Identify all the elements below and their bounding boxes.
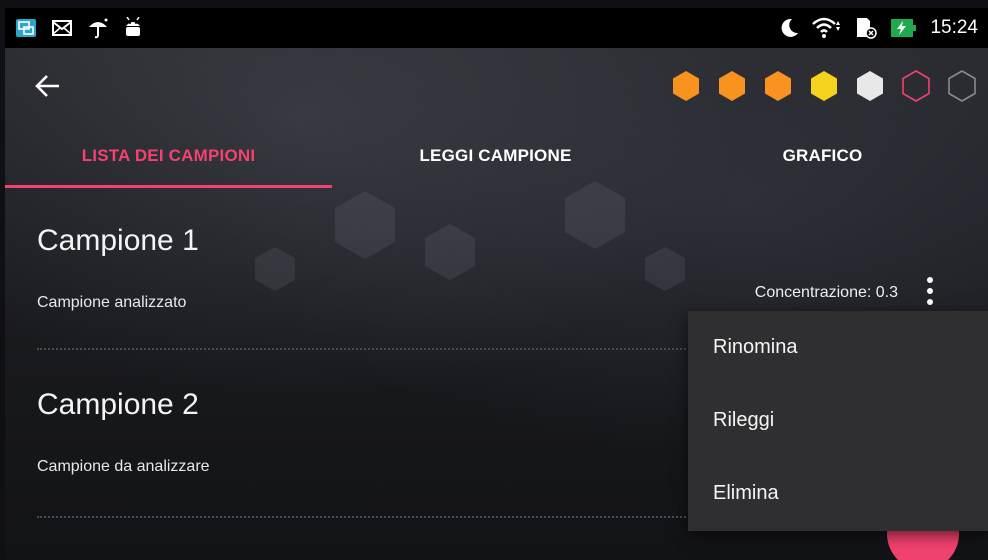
hexagon-3-filled-icon xyxy=(765,71,791,101)
app-frame: 15:24 LISTA DEI CAMPIONI LEGGI CAMPIONE … xyxy=(5,8,988,560)
status-time: 15:24 xyxy=(930,17,978,38)
screen-mirror-icon xyxy=(16,19,36,37)
context-menu: Rinomina Rileggi Elimina xyxy=(688,311,988,531)
hexagon-2-filled-icon xyxy=(719,71,745,101)
tab-bar: LISTA DEI CAMPIONI LEGGI CAMPIONE GRAFIC… xyxy=(5,124,988,188)
divider xyxy=(37,348,737,350)
menu-item-rinomina[interactable]: Rinomina xyxy=(688,311,988,384)
more-dot xyxy=(927,288,933,294)
more-dot xyxy=(927,299,933,305)
wifi-icon xyxy=(812,17,841,38)
divider xyxy=(37,516,737,518)
tab-grafico[interactable]: GRAFICO xyxy=(659,124,986,188)
hexagon-5-filled-icon xyxy=(857,71,883,101)
sample-title: Campione 1 xyxy=(37,224,199,257)
app-bar: LISTA DEI CAMPIONI LEGGI CAMPIONE GRAFIC… xyxy=(5,48,988,188)
sample-status: Campione analizzato xyxy=(37,294,187,311)
status-bar-left xyxy=(15,8,143,48)
hexagon-4-filled-icon xyxy=(811,71,837,101)
progress-hexagons xyxy=(666,66,982,106)
menu-item-rileggi[interactable]: Rileggi xyxy=(688,384,988,457)
sd-card-icon xyxy=(857,18,878,39)
status-bar-right: 15:24 xyxy=(778,8,978,48)
status-bar: 15:24 xyxy=(5,8,988,48)
arrow-left-icon xyxy=(35,75,59,97)
hexagon-6-outline-icon xyxy=(902,70,930,102)
hexagon-1-filled-icon xyxy=(673,71,699,101)
umbrella-icon xyxy=(89,18,108,39)
menu-item-elimina[interactable]: Elimina xyxy=(688,457,988,530)
sample-title: Campione 2 xyxy=(37,388,199,421)
tab-leggi-campione[interactable]: LEGGI CAMPIONE xyxy=(332,124,659,188)
sample-concentration: Concentrazione: 0.3 xyxy=(754,284,898,301)
hexagon-7-outline-icon xyxy=(948,70,976,102)
back-button[interactable] xyxy=(27,66,67,106)
tab-lista-dei-campioni[interactable]: LISTA DEI CAMPIONI xyxy=(5,124,332,188)
moon-icon xyxy=(782,18,799,37)
android-icon xyxy=(126,17,140,36)
sample-status: Campione da analizzare xyxy=(37,458,210,475)
more-dot xyxy=(927,277,933,283)
more-options-button[interactable] xyxy=(919,271,941,311)
battery-charging-icon xyxy=(891,19,917,37)
mail-icon xyxy=(52,20,72,36)
